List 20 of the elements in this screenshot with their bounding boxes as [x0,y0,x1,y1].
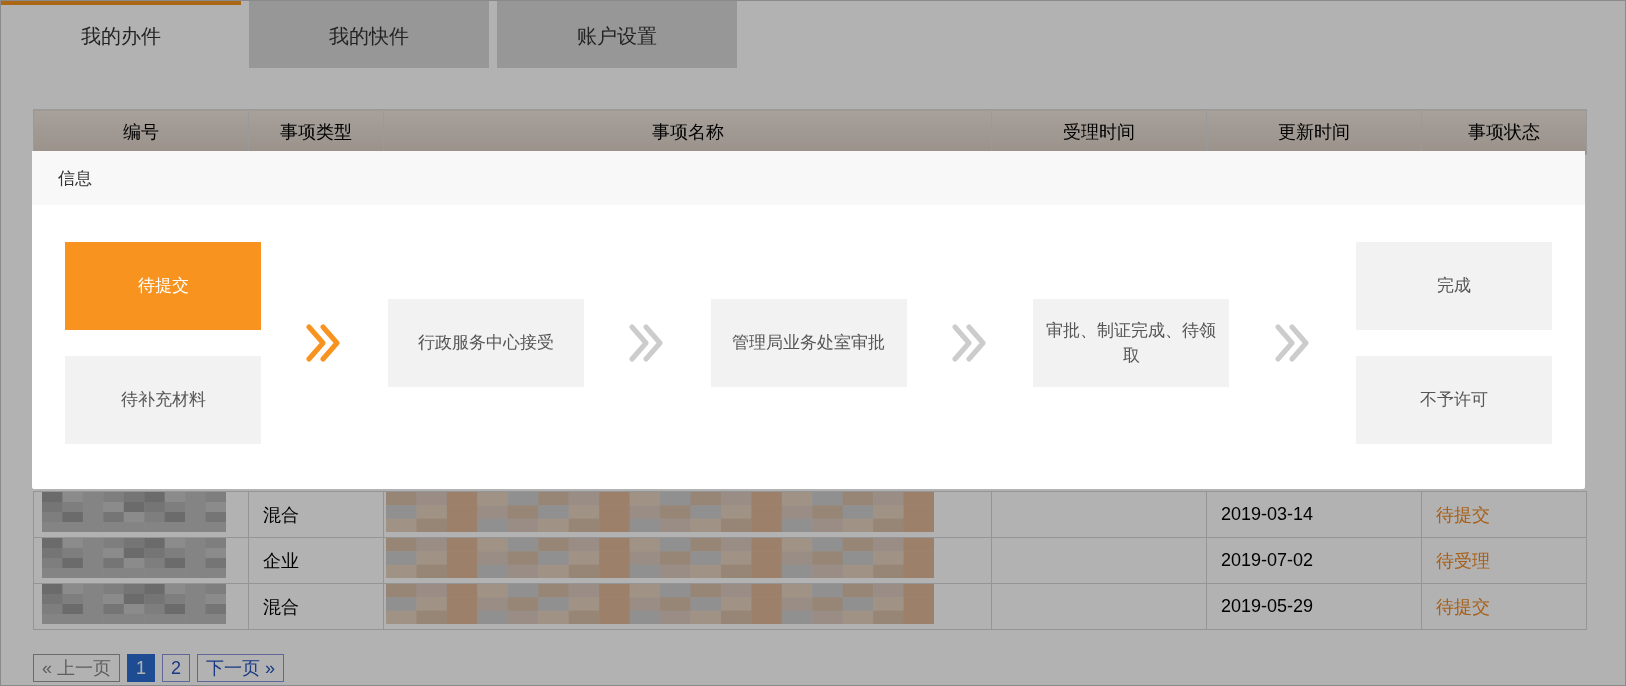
status-step: 管理局业务处室审批 [710,299,907,387]
column-header: 事项状态 [1421,109,1587,155]
table-cell: 混合 [248,583,384,630]
next-page-button[interactable]: 下一页 » [197,654,285,682]
status-step: 不予许可 [1356,356,1552,444]
table-cell: 混合 [248,491,384,538]
page-number-button[interactable]: 1 [127,654,155,682]
table-cell: 2019-05-29 [1206,583,1422,630]
tab[interactable]: 我的快件 [249,1,489,68]
table-cell: 2019-07-02 [1206,537,1422,584]
page-number-button[interactable]: 2 [162,654,190,682]
status-step: 行政服务中心接受 [387,299,584,387]
status-step: 完成 [1356,242,1552,330]
table-cell: 2019-03-14 [1206,491,1422,538]
dialog-title: 信息 [58,167,92,190]
tab[interactable]: 账户设置 [497,1,737,68]
status-step: 待补充材料 [65,356,261,444]
table-cell: 企业 [248,537,384,584]
status-step: 待提交 [65,242,261,330]
status-step: 审批、制证完成、待领取 [1033,299,1230,387]
